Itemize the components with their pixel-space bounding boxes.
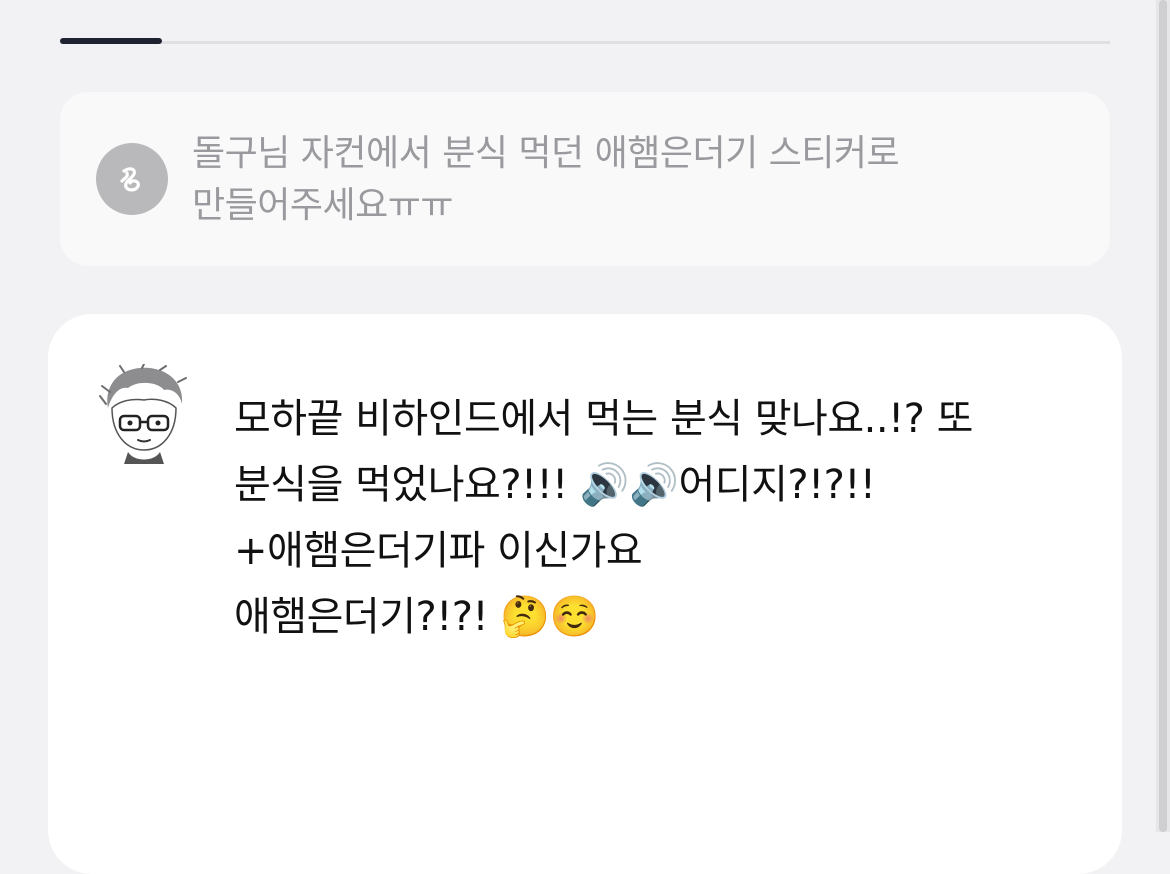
scrollbar[interactable]: [1156, 0, 1170, 832]
question-text: 돌구님 자컨에서 분식 먹던 애햄은더기 스티커로 만들어주세요ㅠㅠ: [192, 133, 900, 226]
anonymous-user-icon: [96, 143, 168, 215]
answer-line: 모하끝 비하인드에서 먹는 분식 맞나요..!? 또: [234, 396, 973, 442]
active-tab-indicator[interactable]: [60, 38, 162, 44]
answer-line: 애햄은더기?!?! 🤔☺️: [234, 594, 599, 640]
tab-track: [60, 41, 1110, 44]
answer-line: 분식을 먹었나요?!!! 🔊🔊어디지?!?!!: [234, 462, 876, 508]
answer-text: 모하끝 비하인드에서 먹는 분식 맞나요..!? 또 분식을 먹었나요?!!! …: [234, 386, 1094, 650]
anonymous-glyph-icon: [120, 167, 140, 192]
cartoon-boy-avatar: [98, 363, 190, 468]
answer-card: 모하끝 비하인드에서 먹는 분식 맞나요..!? 또 분식을 먹었나요?!!! …: [48, 314, 1122, 874]
scrollbar-thumb[interactable]: [1159, 0, 1167, 832]
answer-line: +애햄은더기파 이신가요: [234, 528, 643, 574]
question-card: 돌구님 자컨에서 분식 먹던 애햄은더기 스티커로 만들어주세요ㅠㅠ: [60, 92, 1110, 266]
